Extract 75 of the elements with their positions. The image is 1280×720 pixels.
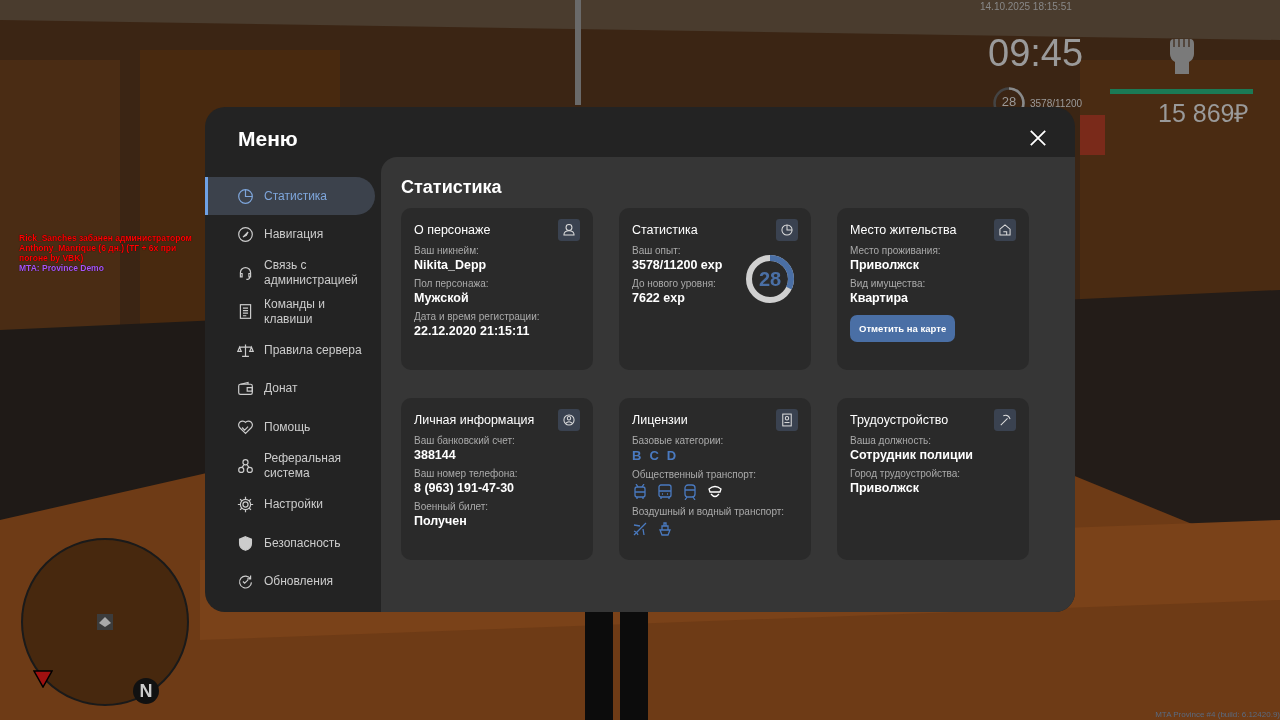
triangle-icon — [33, 670, 53, 688]
field-value: Nikita_Depp — [414, 258, 488, 272]
field-label: Город трудоустройства: — [850, 468, 962, 479]
close-icon — [1029, 129, 1047, 147]
sidebar-item[interactable]: Команды и клавиши — [205, 292, 375, 331]
level-number: 28 — [1000, 94, 1018, 109]
build-info: MTA Province #4 (build: 6.12420.9) — [1155, 710, 1280, 719]
sidebar-item[interactable]: Обновления — [205, 562, 375, 601]
field-value: 7622 exp — [632, 291, 686, 305]
field-label: Воздушный и водный транспорт: — [632, 506, 785, 517]
field-value: 8 (963) 191-47-30 — [414, 481, 516, 495]
field-label: Пол персонажа: — [414, 278, 490, 289]
field-value: 3578/11200 exp — [632, 258, 723, 272]
card-title: Место жительства — [850, 223, 957, 237]
field-label: Вид имущества: — [850, 278, 927, 289]
clock: 09:45 — [988, 32, 1084, 75]
field-value: Приволжск — [850, 481, 920, 495]
level-number: 28 — [758, 269, 782, 289]
document-icon — [237, 303, 254, 321]
license-category: D — [666, 448, 677, 463]
card-title: Статистика — [632, 223, 698, 237]
person-icon — [558, 219, 580, 241]
sidebar-item[interactable]: Навигация — [205, 215, 375, 254]
sidebar-item[interactable]: Помощь — [205, 408, 375, 447]
experience-count: 3578/11200 — [1030, 97, 1083, 109]
sidebar-item[interactable]: Связь с администрацией — [205, 254, 375, 293]
field-value: 22.12.2020 21:15:11 — [414, 324, 531, 338]
card-title: Трудоустройство — [850, 413, 949, 427]
field-value: Квартира — [850, 291, 909, 305]
field-value: Приволжск — [850, 258, 920, 272]
license-category: C — [649, 448, 659, 463]
field-label: Дата и время регистрации: — [414, 311, 540, 322]
sidebar-item[interactable]: Донат — [205, 369, 375, 408]
field-label: Ваш опыт: — [632, 245, 682, 256]
field-label: Ваш банковский счет: — [414, 435, 516, 446]
sidebar-item[interactable]: Статистика — [205, 177, 375, 215]
field-value: Мужской — [414, 291, 470, 305]
field-label: Военный билет: — [414, 501, 490, 512]
mark-on-map-button[interactable]: Отметить на карте — [850, 315, 956, 342]
field-label: До нового уровня: — [632, 278, 717, 289]
date-time: 14.10.2025 18:15:51 — [980, 1, 1072, 12]
chat-message: Rick_Sanches забанен администратором Anthony_Manrique (6 дн.) (ТГ + 6х при погоне by VBK) — [19, 233, 193, 263]
field-label: Общественный транспорт: — [632, 469, 758, 480]
field-label: Ваша должность: — [850, 435, 932, 446]
card-title: О персонаже — [414, 223, 491, 237]
field-value: 388144 — [414, 448, 457, 462]
refresh-icon — [237, 573, 254, 591]
headset-icon — [237, 264, 254, 282]
field-value: Сотрудник полиции — [850, 448, 974, 462]
card-title: Личная информация — [414, 413, 535, 427]
field-label: Ваш никнейм: — [414, 245, 480, 256]
field-label: Место проживания: — [850, 245, 941, 256]
id-card-icon — [776, 409, 798, 431]
field-label: Ваш номер телефона: — [414, 468, 518, 479]
pickaxe-icon — [994, 409, 1016, 431]
field-label: Базовые категории: — [632, 435, 725, 446]
menu-title: Меню — [238, 127, 298, 151]
compass-icon — [237, 226, 254, 244]
chat-message: MTA: Province Demo — [19, 263, 105, 273]
card-title: Лицензии — [632, 413, 688, 427]
nodes-icon — [237, 457, 254, 475]
pie-chart-icon — [237, 187, 254, 205]
license-category: B — [632, 448, 642, 463]
sidebar-item[interactable]: Настройки — [205, 485, 375, 524]
wallet-icon — [237, 380, 254, 398]
shield-icon — [237, 534, 254, 552]
sidebar-item[interactable]: Реферальная система — [205, 447, 375, 486]
sidebar-item[interactable]: Правила сервера — [205, 331, 375, 370]
heart-icon — [237, 419, 254, 437]
gear-icon — [237, 496, 254, 514]
pie-chart-icon — [776, 219, 798, 241]
page-heading: Статистика — [401, 177, 503, 198]
money: 15 869₽ — [1158, 98, 1250, 129]
field-value: Получен — [414, 514, 468, 528]
sidebar-item[interactable]: Безопасность — [205, 524, 375, 563]
